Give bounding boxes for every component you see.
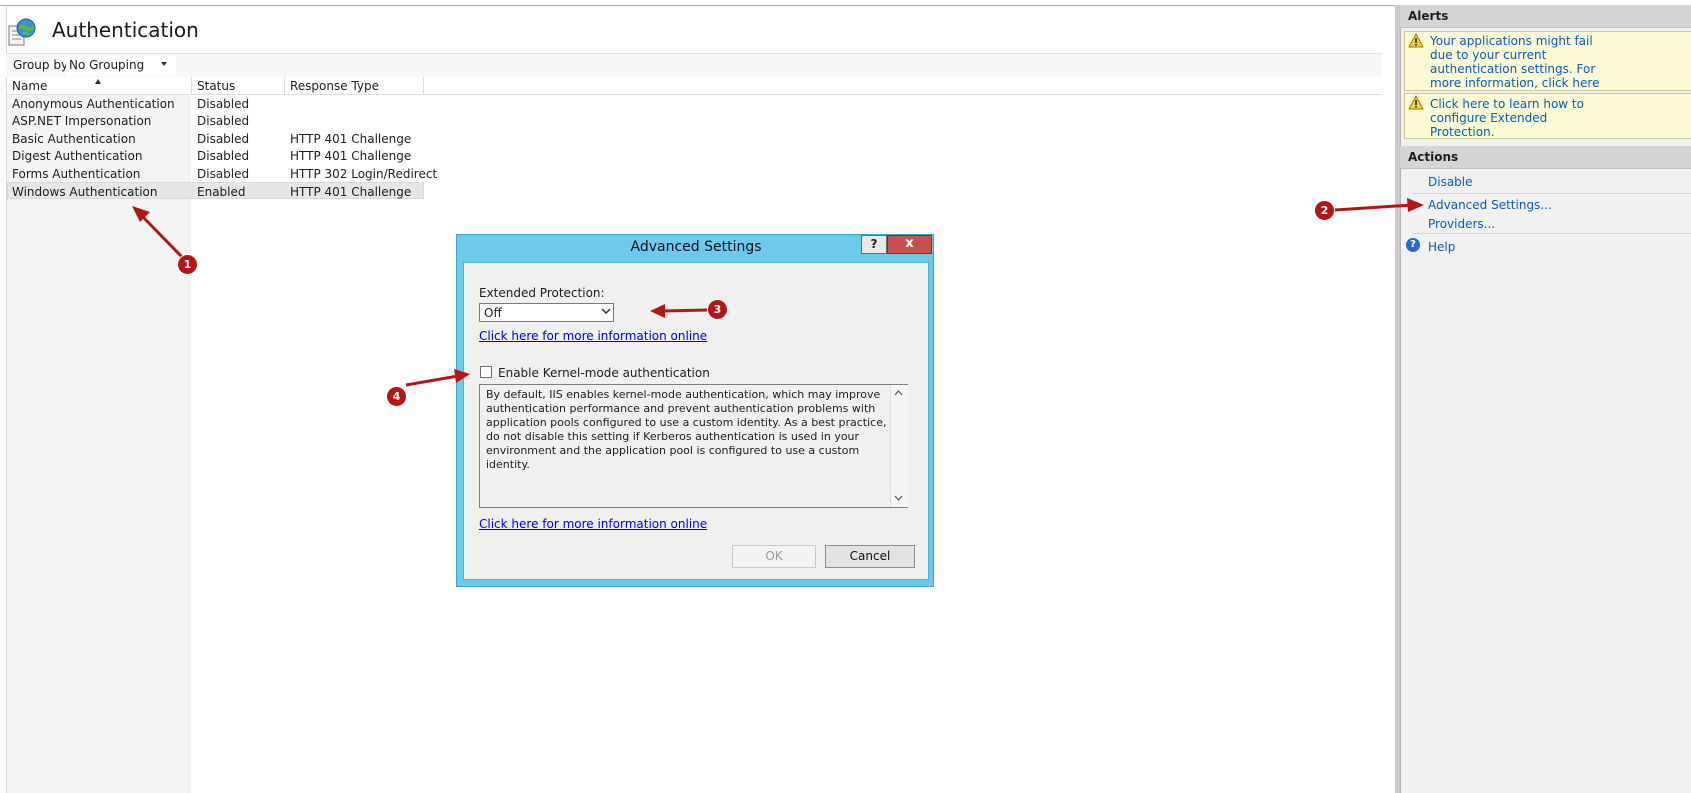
callout-badge-1: 1 [178, 255, 197, 274]
callout-badge-3: 3 [708, 300, 727, 319]
callout-badge-4: 4 [387, 387, 406, 406]
callout-badge-2: 2 [1315, 201, 1334, 220]
callout-arrows [132, 198, 1424, 387]
